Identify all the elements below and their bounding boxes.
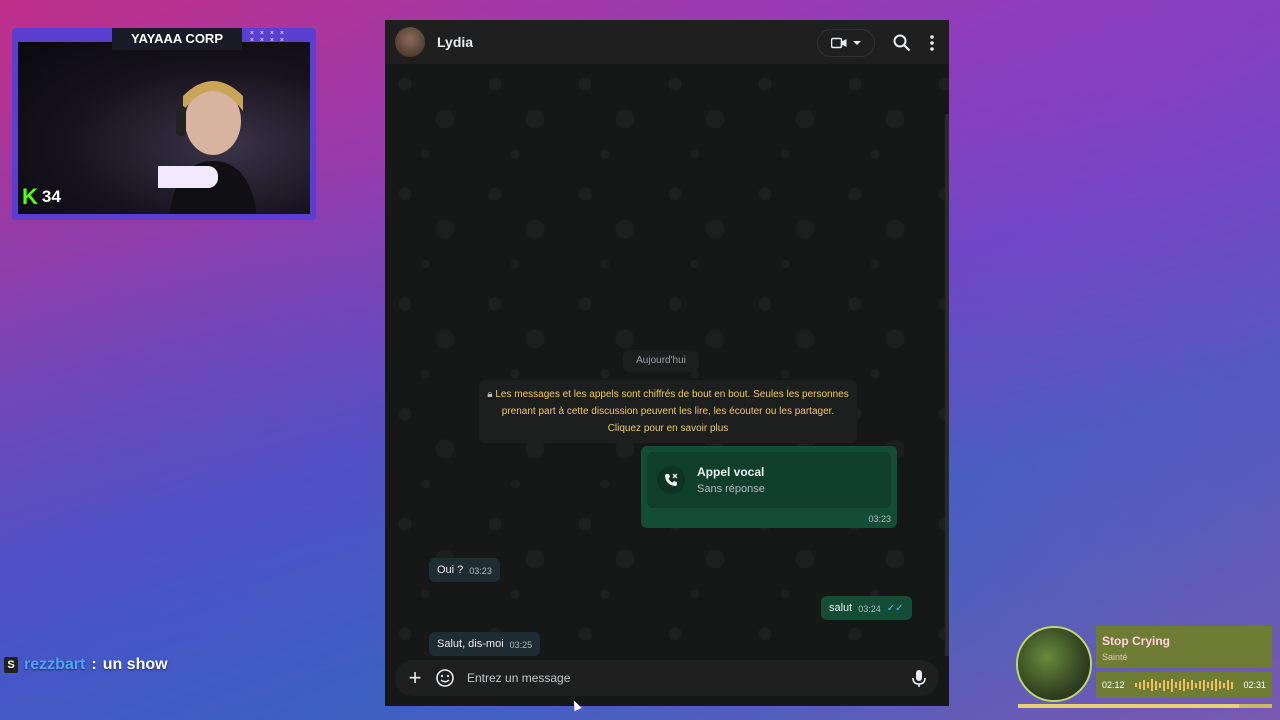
now-playing-widget: Stop Crying Sainté 02:12 02:31	[1016, 624, 1274, 710]
webcam-feed	[18, 42, 310, 214]
date-separator: Aujourd'hui	[623, 350, 699, 372]
waveform-bar	[1195, 682, 1197, 688]
waveform-bar	[1139, 681, 1141, 689]
album-art	[1016, 626, 1092, 702]
waveform-bar	[1167, 681, 1169, 689]
waveform-bar	[1191, 680, 1193, 690]
chat-username: rezzbart	[24, 656, 86, 673]
waveform-bar	[1219, 681, 1221, 689]
waveform-bar	[1163, 679, 1165, 691]
encryption-notice[interactable]: 🔒︎ Les messages et les appels sont chiff…	[479, 380, 857, 443]
duration-time: 02:31	[1243, 680, 1266, 690]
waveform-bar	[1151, 679, 1153, 691]
scrollbar[interactable]	[945, 114, 949, 694]
waveform-bar	[1147, 682, 1149, 688]
message-time: 03:25	[509, 640, 533, 650]
video-call-button[interactable]	[817, 29, 875, 57]
message-time: 03:23	[469, 566, 492, 576]
waveform-bar	[1175, 682, 1177, 688]
lock-icon: 🔒︎	[487, 389, 493, 400]
encryption-notice-text: Les messages et les appels sont chiffrés…	[495, 389, 849, 417]
message-text: Salut, dis-moi	[437, 638, 504, 650]
waveform-bar	[1199, 681, 1201, 689]
microphone-icon[interactable]	[909, 668, 929, 688]
progress-bar	[1018, 704, 1272, 708]
learn-more-link[interactable]: Cliquez pour en savoir plus	[608, 423, 729, 434]
chevron-down-icon	[853, 41, 861, 45]
composer-area: +	[385, 656, 949, 706]
missed-call-icon	[657, 466, 685, 494]
waveform-bar	[1223, 682, 1225, 688]
header-actions	[817, 29, 935, 57]
contact-name[interactable]: Lydia	[437, 34, 473, 50]
call-card[interactable]: Appel vocal Sans réponse	[647, 452, 891, 508]
waveform-bar	[1183, 679, 1185, 691]
waveform-bar	[1203, 679, 1205, 691]
waveform-bar	[1171, 678, 1173, 692]
composer: +	[395, 660, 939, 696]
chat-text: un show	[102, 656, 168, 673]
waveform-bar	[1227, 680, 1229, 690]
waveform-bar	[1211, 680, 1213, 690]
stream-chat-message: S rezzbart : un show	[4, 656, 168, 674]
voice-call-message[interactable]: Appel vocal Sans réponse 03:23	[641, 446, 897, 528]
message-time: 03:23	[868, 514, 891, 524]
chat-header[interactable]: Lydia	[385, 20, 949, 64]
whatsapp-chat-window: Lydia Aujourd'hui 🔒︎ Les messages et les…	[385, 20, 949, 706]
score-value: 34	[41, 187, 61, 206]
call-title: Appel vocal	[697, 465, 765, 479]
attach-plus-icon[interactable]: +	[401, 665, 429, 691]
waveform-bar	[1231, 681, 1233, 689]
waveform-bar	[1207, 682, 1209, 688]
incoming-message[interactable]: Oui ? 03:23	[429, 558, 500, 582]
track-progress: 02:12 02:31	[1096, 672, 1272, 698]
sticker-emoji-icon[interactable]	[435, 668, 455, 688]
message-time: 03:24	[858, 604, 881, 614]
waveform-bar	[1215, 679, 1217, 691]
more-options-icon[interactable]	[929, 34, 935, 52]
message-input[interactable]	[465, 670, 909, 686]
kick-score: K 34	[22, 184, 61, 210]
read-receipt-icon: ✓✓	[886, 603, 904, 614]
track-title: Stop Crying	[1102, 634, 1170, 648]
waveform-bar	[1159, 682, 1161, 688]
waveform-bar	[1135, 683, 1137, 687]
decoration-dots: × × × × × × × ×	[249, 30, 286, 44]
waveform-bar	[1187, 681, 1189, 689]
webcam-banner: YAYAAA CORP	[112, 28, 242, 50]
message-list[interactable]: Aujourd'hui 🔒︎ Les messages et les appel…	[385, 64, 949, 694]
video-camera-icon	[831, 37, 847, 49]
webcam-overlay: YAYAAA CORP × × × × × × × × K 34	[12, 28, 316, 220]
call-text: Appel vocal Sans réponse	[697, 465, 765, 495]
streamer-silhouette	[158, 81, 257, 214]
message-text: salut	[829, 602, 853, 614]
user-badge: S	[4, 657, 18, 673]
waveform-bar	[1143, 680, 1145, 690]
track-artist: Sainté	[1102, 652, 1128, 662]
elapsed-time: 02:12	[1102, 680, 1125, 690]
track-info: Stop Crying Sainté	[1096, 626, 1272, 668]
search-icon[interactable]	[893, 34, 911, 52]
call-status: Sans réponse	[697, 483, 765, 495]
kick-logo-icon: K	[22, 184, 38, 209]
outgoing-message[interactable]: salut 03:24 ✓✓	[821, 596, 912, 620]
chat-separator: :	[91, 656, 97, 673]
waveform-bar	[1155, 680, 1157, 690]
message-text: Oui ?	[437, 564, 464, 576]
contact-avatar[interactable]	[395, 27, 425, 57]
waveform	[1135, 678, 1233, 692]
incoming-message[interactable]: Salut, dis-moi 03:25	[429, 632, 541, 656]
waveform-bar	[1179, 680, 1181, 690]
progress-fill	[1018, 704, 1239, 708]
